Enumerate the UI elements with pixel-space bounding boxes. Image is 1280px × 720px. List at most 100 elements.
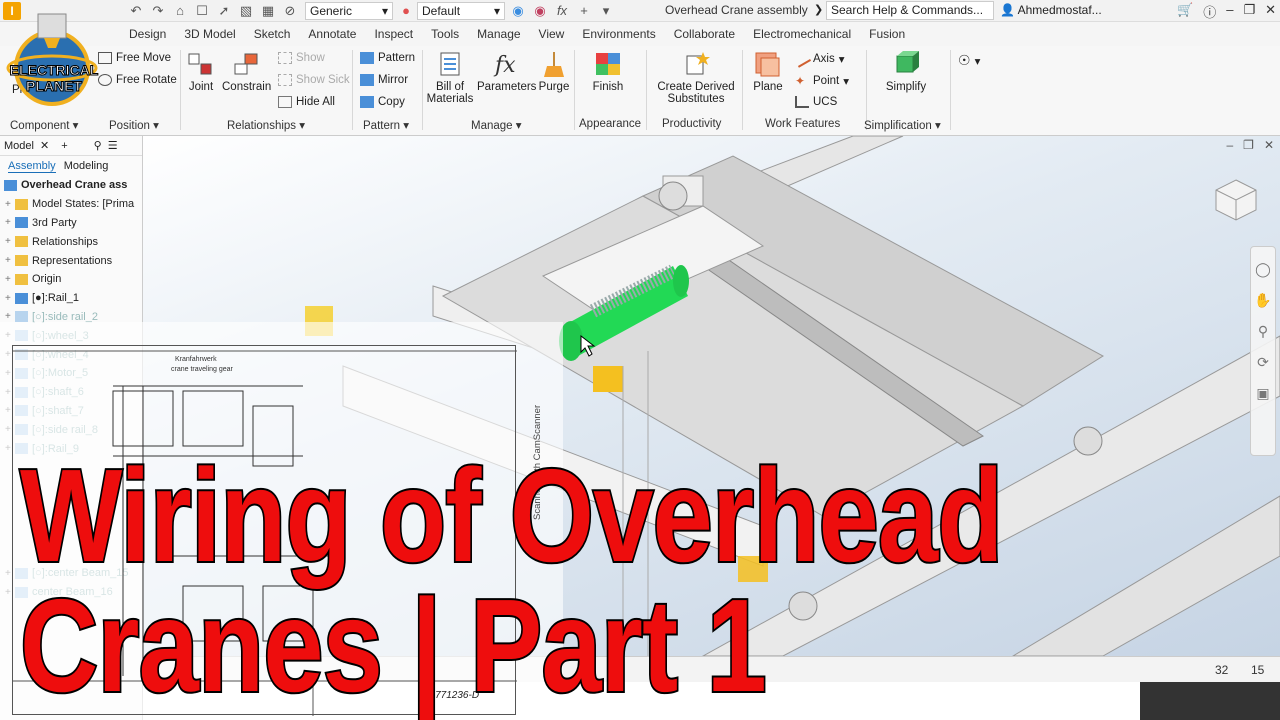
- tab-manage[interactable]: Manage: [468, 22, 529, 46]
- parameters-button[interactable]: fx Parameters: [477, 50, 536, 93]
- dropdown-icon[interactable]: ▾: [597, 3, 615, 19]
- purge-button[interactable]: Purge: [538, 50, 570, 93]
- productivity-group-label: Productivity: [662, 118, 722, 130]
- tab-fusion[interactable]: Fusion: [860, 22, 914, 46]
- tree-item[interactable]: +3rd Party: [0, 214, 142, 233]
- divider: [646, 50, 647, 130]
- clear-appearance-icon[interactable]: ◉: [531, 3, 549, 19]
- options-button[interactable]: ☉ ▾: [958, 52, 980, 69]
- plus-icon[interactable]: +: [575, 3, 593, 19]
- close-view-icon[interactable]: ✕: [1264, 138, 1274, 152]
- tree-item[interactable]: + Relationships: [0, 232, 142, 251]
- restore-view-icon[interactable]: ❐: [1243, 138, 1254, 152]
- minimize-icon[interactable]: –: [1226, 2, 1233, 21]
- tree-item[interactable]: + Model States: [Prima: [0, 195, 142, 214]
- quick-access-toolbar: I ↶ ↷ ⌂ ☐ ➚ ▧ ▦ ⊘ Generic ▾ ● Default ▾ ◉ …: [0, 0, 1280, 22]
- expand-icon[interactable]: +: [5, 199, 15, 210]
- return-icon[interactable]: ☐: [193, 3, 211, 19]
- bill-of-materials-button[interactable]: Bill of Materials: [426, 50, 474, 105]
- cart-icon[interactable]: 🛒: [1177, 2, 1193, 21]
- tab-assembly[interactable]: Assembly: [8, 160, 56, 173]
- plane-button[interactable]: Plane: [750, 50, 786, 93]
- tree-root[interactable]: Overhead Crane ass: [0, 176, 142, 195]
- search-icon[interactable]: ⚲: [94, 139, 102, 152]
- no-symbol-icon[interactable]: ⊘: [281, 3, 299, 19]
- home-icon[interactable]: ⌂: [171, 3, 189, 19]
- constrain-button[interactable]: Constrain: [222, 50, 271, 93]
- pattern-group-label[interactable]: Pattern ▾: [363, 118, 409, 132]
- tree-item[interactable]: + Representations: [0, 251, 142, 270]
- search-input[interactable]: Search Help & Commands...: [826, 1, 994, 20]
- zoom-icon[interactable]: ⚲: [1251, 323, 1275, 340]
- tab-modeling[interactable]: Modeling: [64, 160, 109, 172]
- appearance-combo[interactable]: Default ▾: [417, 1, 505, 20]
- restore-icon[interactable]: ❐: [1243, 2, 1255, 21]
- copy-button[interactable]: Copy: [360, 96, 405, 108]
- ucs-button[interactable]: UCS: [795, 96, 837, 108]
- component-group-label[interactable]: Component ▾: [10, 118, 78, 132]
- color-wheel-icon[interactable]: ●: [397, 3, 415, 19]
- browser-header: Model ✕ + ⚲ ☰: [0, 136, 142, 156]
- hide-all-button[interactable]: Hide All: [278, 96, 335, 108]
- tab-electromechanical[interactable]: Electromechanical: [744, 22, 860, 46]
- tree-item[interactable]: + [●]:Rail_1: [0, 289, 142, 308]
- menu-icon[interactable]: ☰: [108, 139, 118, 152]
- tab-view[interactable]: View: [530, 22, 574, 46]
- divider: [352, 50, 353, 130]
- tab-design[interactable]: Design: [120, 22, 175, 46]
- measure-icon[interactable]: ▦: [259, 3, 277, 19]
- viewcube[interactable]: [1214, 178, 1258, 222]
- position-group-label[interactable]: Position ▾: [109, 118, 159, 132]
- select-icon[interactable]: ➚: [215, 3, 233, 19]
- tab-3d-model[interactable]: 3D Model: [175, 22, 244, 46]
- chevron-right-icon[interactable]: ❯: [814, 3, 823, 16]
- tab-sketch[interactable]: Sketch: [245, 22, 300, 46]
- steering-wheel-icon[interactable]: ◯: [1251, 261, 1275, 278]
- expand-icon[interactable]: +: [5, 311, 15, 322]
- simplify-button[interactable]: Simplify: [884, 50, 928, 93]
- user-account[interactable]: 👤 Ahmedmostaf...: [1000, 3, 1102, 17]
- pattern-button[interactable]: Pattern: [360, 52, 415, 64]
- undo-icon[interactable]: ↶: [127, 3, 145, 19]
- finish-button[interactable]: Finish: [590, 50, 626, 93]
- expand-icon[interactable]: +: [5, 217, 15, 228]
- close-icon[interactable]: ✕: [40, 139, 49, 152]
- create-derived-substitutes-button[interactable]: Create Derived Substitutes: [654, 50, 738, 105]
- pan-icon[interactable]: ✋: [1251, 292, 1275, 309]
- point-icon: ✦: [795, 74, 806, 88]
- material-combo[interactable]: Generic ▾: [305, 1, 393, 20]
- appearance-icon[interactable]: ◉: [509, 3, 527, 19]
- close-icon[interactable]: ✕: [1265, 2, 1276, 21]
- manage-group-label[interactable]: Manage ▾: [471, 118, 522, 132]
- expand-icon[interactable]: +: [5, 274, 15, 285]
- point-button[interactable]: ✦ Point ▾: [795, 74, 849, 88]
- simplification-group-label[interactable]: Simplification ▾: [864, 118, 941, 132]
- relationships-group-label[interactable]: Relationships ▾: [227, 118, 305, 132]
- fx-icon[interactable]: fx: [553, 3, 571, 19]
- help-icon[interactable]: ⓘ: [1203, 2, 1216, 21]
- mirror-button[interactable]: Mirror: [360, 74, 408, 86]
- show-button[interactable]: Show: [278, 52, 325, 64]
- tab-annotate[interactable]: Annotate: [299, 22, 365, 46]
- update-icon[interactable]: ▧: [237, 3, 255, 19]
- tree-item[interactable]: + Origin: [0, 270, 142, 289]
- tab-inspect[interactable]: Inspect: [365, 22, 422, 46]
- folder-icon: [15, 255, 28, 267]
- redo-icon[interactable]: ↷: [149, 3, 167, 19]
- minimize-view-icon[interactable]: –: [1226, 138, 1233, 152]
- expand-icon[interactable]: +: [5, 255, 15, 266]
- add-icon[interactable]: +: [61, 140, 67, 152]
- expand-icon[interactable]: +: [5, 293, 15, 304]
- tab-collaborate[interactable]: Collaborate: [665, 22, 744, 46]
- tab-tools[interactable]: Tools: [422, 22, 468, 46]
- expand-icon[interactable]: +: [5, 236, 15, 247]
- joint-button[interactable]: Joint: [186, 50, 216, 93]
- broom-icon: [544, 52, 564, 77]
- axis-button[interactable]: Axis ▾: [792, 50, 845, 68]
- free-move-button[interactable]: Free Move: [98, 52, 171, 64]
- tab-environments[interactable]: Environments: [573, 22, 664, 46]
- free-rotate-button[interactable]: Free Rotate: [98, 74, 177, 86]
- look-at-icon[interactable]: ▣: [1251, 385, 1275, 402]
- orbit-icon[interactable]: ⟳: [1251, 354, 1275, 371]
- show-sick-button[interactable]: Show Sick: [278, 74, 350, 86]
